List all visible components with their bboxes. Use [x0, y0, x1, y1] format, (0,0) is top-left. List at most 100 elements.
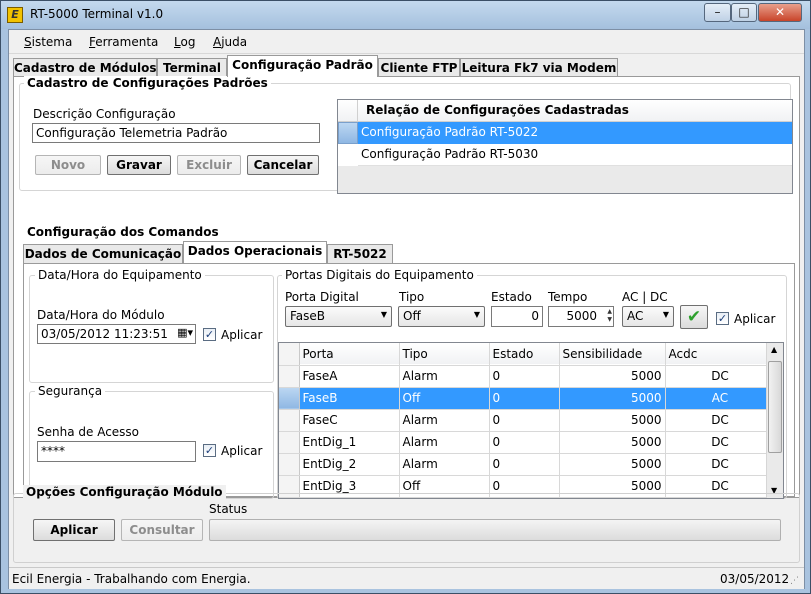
row-header[interactable]	[279, 409, 300, 432]
cell-sensibilidade: 5000	[559, 453, 666, 476]
cell-acdc: DC	[665, 409, 776, 432]
row-selector[interactable]	[338, 122, 358, 144]
status-progress-bar	[209, 519, 781, 541]
list-header-corner	[338, 100, 358, 121]
scroll-up-icon[interactable]: ▲	[771, 345, 777, 354]
tipo-value: Off	[403, 309, 421, 323]
tempo-value: 5000	[566, 309, 597, 323]
maximize-button[interactable]: □	[731, 3, 757, 22]
porta-digital-select[interactable]: FaseB ▼	[285, 306, 392, 327]
status-bar-date: 03/05/2012	[720, 572, 790, 586]
senha-label: Senha de Acesso	[37, 425, 140, 439]
spinner-arrows-icon[interactable]: ▲ ▼	[607, 308, 612, 324]
tab-configuracao-padrao[interactable]: Configuração Padrão	[227, 55, 378, 77]
tab-page-configuracao: Cadastro de Configurações Padrões Descri…	[13, 76, 800, 499]
senha-aplicar-checkbox[interactable]: ✓	[203, 444, 216, 457]
app-icon: E	[7, 7, 23, 23]
scrollbar-thumb[interactable]	[768, 361, 782, 453]
cell-acdc: DC	[665, 365, 776, 388]
minimize-button[interactable]: –	[704, 3, 731, 22]
tab-leitura-fk7[interactable]: Leitura Fk7 via Modem	[460, 58, 618, 77]
row-header-selected[interactable]	[279, 387, 300, 410]
list-header-label: Relação de Configurações Cadastradas	[366, 103, 629, 117]
novo-button[interactable]: Novo	[35, 155, 101, 175]
menu-sistema[interactable]: Sistema	[24, 35, 72, 49]
consultar-button[interactable]: Consultar	[121, 519, 203, 541]
resize-grip-icon[interactable]: ⋰	[790, 576, 799, 586]
row-header[interactable]	[279, 365, 300, 388]
menu-log[interactable]: Log	[174, 35, 195, 49]
col-estado[interactable]: Estado	[489, 343, 560, 366]
close-button[interactable]: ✕	[758, 3, 802, 22]
datahora-label: Data/Hora do Módulo	[37, 308, 165, 322]
col-acdc[interactable]: Acdc	[665, 343, 776, 366]
datahora-aplicar-checkbox[interactable]: ✓	[203, 328, 216, 341]
cadastro-group-title: Cadastro de Configurações Padrões	[24, 76, 271, 90]
tab-cliente-ftp[interactable]: Cliente FTP	[378, 58, 460, 77]
table-row[interactable]: EntDig_2 Alarm 0 5000 DC	[279, 453, 776, 476]
cell-tipo: Alarm	[399, 453, 490, 476]
table-row[interactable]: FaseC Alarm 0 5000 DC	[279, 409, 776, 432]
row-header[interactable]	[279, 453, 300, 476]
title-bar[interactable]: E RT-5000 Terminal v1.0 – □ ✕	[1, 1, 810, 29]
excluir-button[interactable]: Excluir	[177, 155, 241, 175]
col-tipo[interactable]: Tipo	[399, 343, 490, 366]
datahora-value: 03/05/2012 11:23:51	[41, 327, 168, 341]
table-row[interactable]: FaseA Alarm 0 5000 DC	[279, 365, 776, 388]
datahora-picker[interactable]: 03/05/2012 11:23:51 ▦▾	[37, 324, 196, 344]
tab-dados-operacionais[interactable]: Dados Operacionais	[183, 241, 327, 263]
tab-terminal[interactable]: Terminal	[157, 58, 227, 77]
list-item[interactable]: Configuração Padrão RT-5030	[358, 144, 792, 166]
chevron-down-icon: ▼	[380, 310, 387, 319]
cell-porta: EntDig_2	[299, 453, 400, 476]
cancelar-button[interactable]: Cancelar	[247, 155, 319, 175]
row-header[interactable]	[279, 431, 300, 454]
col-porta[interactable]: Porta	[299, 343, 400, 366]
cell-acdc: AC	[665, 387, 776, 410]
descricao-input[interactable]: Configuração Telemetria Padrão	[32, 123, 320, 143]
client-area: Sistema Ferramenta Log Ajuda Cadastro de…	[8, 29, 805, 589]
list-header: Relação de Configurações Cadastradas	[338, 100, 792, 122]
table-row[interactable]: EntDig_1 Alarm 0 5000 DC	[279, 431, 776, 454]
list-item-label: Configuração Padrão RT-5022	[361, 125, 539, 139]
cell-porta: FaseA	[299, 365, 400, 388]
datahora-group-title: Data/Hora do Equipamento	[35, 268, 205, 282]
menu-ajuda[interactable]: Ajuda	[213, 35, 247, 49]
calendar-icon[interactable]: ▦▾	[177, 326, 193, 339]
configuracoes-list[interactable]: Relação de Configurações Cadastradas Con…	[337, 99, 793, 194]
portas-aplicar-checkbox[interactable]: ✓	[716, 312, 729, 325]
gravar-button[interactable]: Gravar	[107, 155, 171, 175]
apply-checkmark-button[interactable]: ✔	[680, 305, 708, 329]
tipo-label: Tipo	[399, 290, 425, 304]
window-title: RT-5000 Terminal v1.0	[30, 7, 164, 21]
tab-rt-5022[interactable]: RT-5022	[327, 244, 393, 263]
portas-table: Porta Tipo Estado Sensibilidade Acdc Fas…	[279, 343, 776, 498]
tipo-select[interactable]: Off ▼	[398, 306, 485, 327]
porta-digital-label: Porta Digital	[285, 290, 359, 304]
tab-dados-comunicacao[interactable]: Dados de Comunicação	[23, 244, 183, 263]
list-empty-area	[338, 166, 792, 193]
portas-aplicar-label: Aplicar	[734, 312, 776, 326]
tab-cadastro-modulos[interactable]: Cadastro de Módulos	[13, 58, 157, 77]
list-item[interactable]: Configuração Padrão RT-5022	[358, 122, 792, 144]
grid-scrollbar[interactable]: ▲ ▼	[766, 343, 783, 498]
descricao-label: Descrição Configuração	[33, 107, 176, 121]
portas-grid[interactable]: Porta Tipo Estado Sensibilidade Acdc Fas…	[278, 342, 784, 499]
cell-sensibilidade: 5000	[559, 387, 666, 410]
menu-ferramenta[interactable]: Ferramenta	[89, 35, 158, 49]
acdc-select[interactable]: AC ▼	[622, 306, 674, 327]
col-sensibilidade[interactable]: Sensibilidade	[559, 343, 666, 366]
table-row[interactable]: FaseB Off 0 5000 AC	[279, 387, 776, 410]
cell-estado: 0	[489, 431, 560, 454]
cell-porta: FaseB	[299, 387, 400, 410]
opcoes-group-title: Opções Configuração Módulo	[23, 485, 226, 499]
estado-input[interactable]: 0	[491, 306, 543, 327]
aplicar-button[interactable]: Aplicar	[33, 519, 115, 541]
status-bar: Ecil Energia - Trabalhando com Energia. …	[9, 567, 804, 589]
cell-estado: 0	[489, 453, 560, 476]
cell-tipo: Off	[399, 387, 490, 410]
tempo-spinner[interactable]: 5000 ▲ ▼	[548, 306, 614, 327]
senha-input[interactable]: ****	[37, 441, 196, 462]
senha-aplicar-label: Aplicar	[221, 444, 263, 458]
cell-sensibilidade: 5000	[559, 409, 666, 432]
